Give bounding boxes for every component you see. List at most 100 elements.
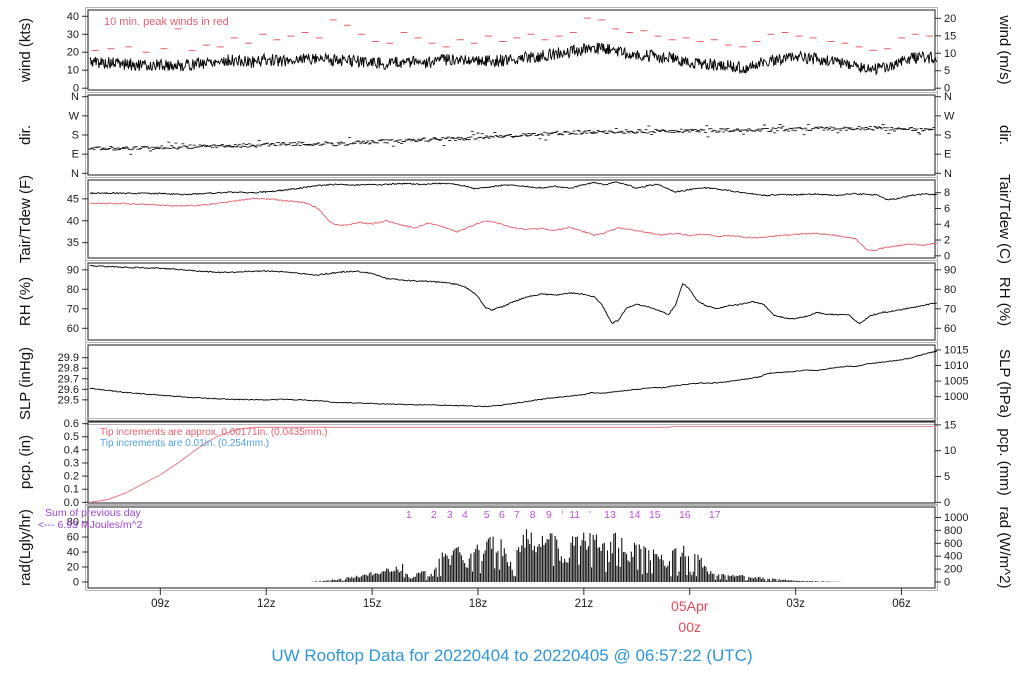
tick-label-left: 29.6	[58, 384, 79, 396]
tick-label-right: 1000	[944, 512, 968, 524]
tick-label-right: W	[944, 110, 955, 122]
axis-title-left-tair: Tair/Tdew (F)	[17, 175, 34, 263]
tick-label-left: 20	[67, 562, 79, 574]
tick-label-right: 1005	[944, 376, 968, 388]
panel-frame	[87, 94, 936, 176]
panel-rh: 60 70 80 90 60 70 80 90 RH (%) RH (%)	[17, 260, 1013, 343]
tick-label-right: 2	[944, 235, 950, 247]
tick-label-left: 60	[67, 532, 79, 544]
hour-mark-11: 11	[569, 509, 580, 521]
tick-label-right: E	[944, 149, 951, 161]
hour-mark-': '	[562, 509, 564, 521]
series-wind-direction	[88, 123, 936, 155]
x-tick-label-00z: 00z	[678, 619, 701, 635]
tick-label-right: 10	[944, 445, 956, 457]
hour-mark-17: 17	[709, 509, 721, 521]
tick-label-right: 400	[944, 551, 962, 563]
tick-label-left: 10	[67, 65, 79, 77]
x-axis: 09z 12z 15z 18z 21z 05Apr 00z 03z 06z	[151, 588, 911, 635]
series-t-air	[89, 181, 937, 201]
tick-label-left: 35	[67, 237, 79, 249]
hour-mark-14: 14	[629, 509, 641, 521]
tick-label-left: 0	[73, 577, 79, 589]
tick-label-right: 1010	[944, 360, 968, 372]
panel-frame	[87, 262, 936, 341]
tick-label-right: 1000	[944, 391, 968, 403]
annotation-pcp-0: Tip increments are approx. 0.00171in. (0…	[100, 427, 328, 438]
tick-label-left: S	[72, 130, 79, 142]
axis-title-right-rh: RH (%)	[996, 277, 1013, 326]
hour-mark-13: 13	[604, 509, 616, 521]
tick-label-left: 0.3	[64, 457, 79, 469]
series-solar-radiation	[311, 529, 844, 582]
tick-label-left: 0.4	[64, 444, 79, 456]
tick-label-right: 0	[944, 250, 950, 262]
x-tick-label: 12z	[257, 598, 276, 610]
x-tick-label: 09z	[151, 598, 170, 610]
tick-label-right: 1015	[944, 344, 968, 356]
hour-mark-8: 8	[530, 509, 536, 521]
tick-label-left: 29.5	[58, 394, 79, 406]
chart-title: UW Rooftop Data for 20220404 to 20220405…	[271, 646, 752, 665]
axis-title-left-wind: wind (kts)	[17, 18, 34, 83]
hour-mark-': '	[589, 509, 591, 521]
hour-mark-7: 7	[514, 509, 520, 521]
axis-title-right-wind: wind (m/s)	[996, 14, 1013, 84]
tick-label-left: 30	[67, 29, 79, 41]
tick-label-right: 6	[944, 203, 950, 215]
x-tick-label-date: 05Apr	[671, 598, 709, 614]
tick-label-right: 70	[944, 303, 956, 315]
tick-label-left: 60	[67, 323, 79, 335]
annotation-rad-0: Sum of previous day	[45, 507, 141, 519]
panel-slp: 29.529.629.729.829.9 1000 1005 1010 1015 SLP …	[17, 342, 1013, 425]
axis-title-left-rh: RH (%)	[17, 277, 34, 326]
axis-title-right-rad: rad (W/m^2)	[996, 506, 1013, 588]
axis-title-right-pcp: pcp. (mm)	[996, 428, 1013, 496]
axis-title-right-slp: SLP (hPa)	[996, 349, 1013, 418]
x-tick-label: 03z	[786, 598, 805, 610]
panel-halo	[85, 342, 938, 425]
hour-mark-16: 16	[679, 509, 691, 521]
tick-label-left: 0.2	[64, 471, 79, 483]
hour-mark-15: 15	[649, 509, 661, 521]
panel-wind: 01020304005101520wind (kts) wind (m/s)10 …	[17, 7, 1013, 95]
axis-title-left-dir: dir.	[17, 125, 34, 145]
tick-label-left: N	[71, 91, 79, 103]
hour-mark-4: 4	[462, 509, 468, 521]
tick-label-right: 5	[944, 471, 950, 483]
tick-label-right: 20	[944, 13, 956, 25]
chart-generated-content: 01020304005101520wind (kts) wind (m/s)10 …	[17, 7, 1013, 635]
tick-label-right: 200	[944, 564, 962, 576]
x-tick-label: 06z	[892, 598, 911, 610]
tick-label-left: 80	[67, 284, 79, 296]
series-sea-level-pressure	[89, 350, 938, 408]
axis-title-right-dir: dir.	[996, 125, 1013, 145]
tick-label-right: 800	[944, 525, 962, 537]
panel-frame	[87, 344, 936, 423]
tick-label-left: 40	[67, 547, 79, 559]
x-tick-label: 21z	[575, 598, 594, 610]
axis-title-left-slp: SLP (inHg)	[17, 347, 34, 420]
panel-pcp: 0.00.10.20.30.40.50.6051015pcp. (in) pcp.…	[17, 418, 1013, 509]
tick-label-left: 40	[67, 215, 79, 227]
hour-mark-6: 6	[499, 509, 505, 521]
series-wind-average	[89, 42, 938, 76]
tick-label-right: S	[944, 130, 951, 142]
hour-mark-9: 9	[546, 509, 552, 521]
tick-label-left: 20	[67, 47, 79, 59]
tick-label-left: W	[69, 110, 80, 122]
panel-halo	[85, 177, 938, 261]
series-relative-humidity	[89, 264, 937, 325]
annotation-wind-0: 10 min. peak winds in red	[104, 16, 229, 28]
x-tick-label: 15z	[363, 598, 382, 610]
tick-label-right: 0	[944, 577, 950, 589]
tick-label-right: 4	[944, 219, 950, 231]
meteogram-chart: 01020304005101520wind (kts) wind (m/s)10 …	[17, 7, 1013, 665]
annotation-rad-1: <--- 6.93 MJoules/m^2	[38, 519, 143, 531]
hour-mark-1: 1	[406, 509, 412, 521]
weather-plot-page: 0 10 20 30 40 0 5 10 15 20 wind (kts) wind (m/s) 10 …	[0, 0, 1024, 700]
annotation-pcp-1: Tip increments are 0.01in. (0.254mm.)	[100, 438, 269, 449]
tick-label-left: 45	[67, 193, 79, 205]
hour-mark-2: 2	[431, 509, 437, 521]
tick-label-left: 40	[67, 11, 79, 23]
